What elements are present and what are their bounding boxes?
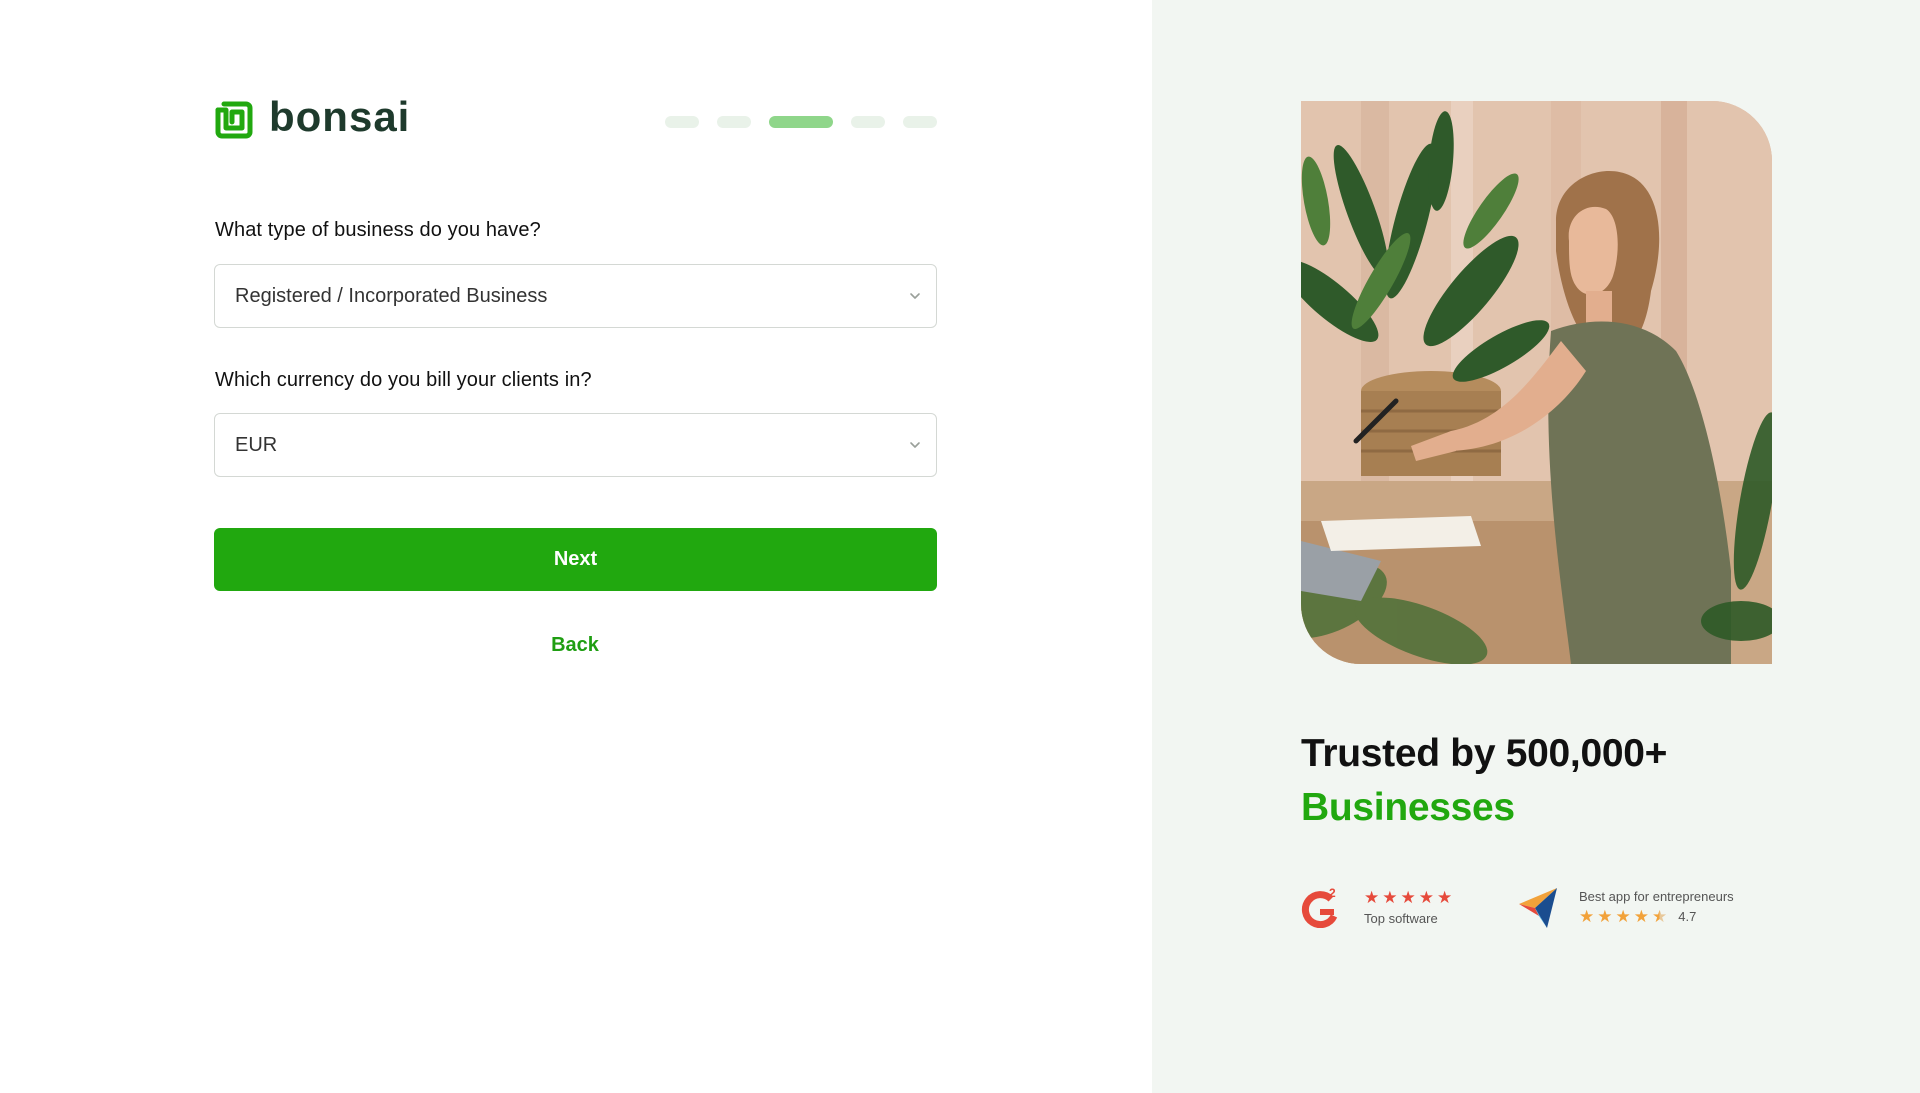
woman-with-plants-illustration [1301, 101, 1772, 664]
business-type-value: Registered / Incorporated Business [235, 284, 548, 307]
currency-select[interactable]: EUR [214, 413, 937, 477]
star-icon: ★ [1579, 906, 1595, 926]
step-indicator-1 [665, 116, 699, 128]
next-button[interactable]: Next [214, 528, 937, 591]
brand-name: bonsai [269, 93, 411, 140]
trust-headline: Trusted by 500,000+ [1301, 732, 1668, 775]
svg-text:2: 2 [1329, 886, 1336, 900]
capterra-logo-icon [1519, 888, 1557, 928]
form-panel: bonsai What type of business do you have… [0, 0, 1152, 1093]
step-indicator-5 [903, 116, 937, 128]
g2-logo-icon: 2 [1301, 886, 1338, 928]
star-icon: ★ [1633, 906, 1649, 926]
business-type-select[interactable]: Registered / Incorporated Business [214, 264, 937, 328]
bonsai-logo[interactable]: bonsai [214, 93, 411, 141]
capterra-caption: Best app for entrepreneurs [1579, 888, 1734, 904]
bonsai-logo-icon [215, 101, 253, 139]
progress-steps [665, 116, 937, 128]
g2-stars: ★ ★ ★ ★ ★ [1364, 887, 1455, 907]
star-icon: ★ [1400, 887, 1416, 907]
star-icon: ★ [1364, 887, 1380, 907]
business-type-label: What type of business do you have? [215, 219, 541, 241]
step-indicator-3-active [769, 116, 833, 128]
g2-caption: Top software [1364, 910, 1438, 926]
back-link[interactable]: Back [525, 630, 625, 660]
chevron-down-icon [910, 442, 920, 448]
star-icon: ★ [1382, 887, 1398, 907]
trust-highlight: Businesses [1301, 786, 1515, 829]
half-star-icon: ★ [1652, 906, 1668, 926]
step-indicator-2 [717, 116, 751, 128]
currency-label: Which currency do you bill your clients … [215, 369, 592, 391]
currency-value: EUR [235, 433, 278, 456]
star-icon: ★ [1615, 906, 1631, 926]
capterra-badge: Best app for entrepreneurs ★ ★ ★ ★ ★ 4.7 [1517, 886, 1734, 928]
step-indicator-4 [851, 116, 885, 128]
star-icon: ★ [1597, 906, 1613, 926]
hero-photo [1301, 101, 1772, 664]
star-icon: ★ [1437, 887, 1453, 907]
star-icon: ★ [1418, 887, 1434, 907]
g2-badge: 2 ★ ★ ★ ★ ★ Top software [1301, 886, 1455, 928]
chevron-down-icon [910, 293, 920, 299]
capterra-stars: ★ ★ ★ ★ ★ [1579, 906, 1670, 926]
capterra-rating: 4.7 [1678, 909, 1697, 924]
